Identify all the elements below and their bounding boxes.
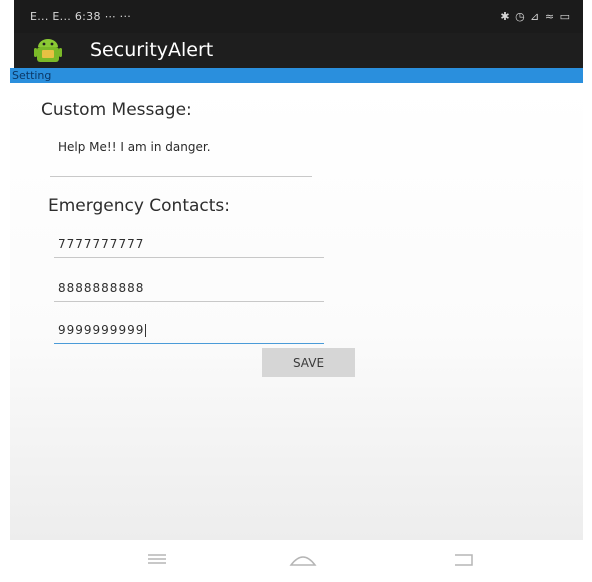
android-icon	[34, 39, 62, 62]
navigation-bar	[0, 540, 592, 582]
contact-value-2: 8888888888	[58, 281, 145, 295]
contact-field-2[interactable]: 8888888888	[54, 277, 324, 302]
save-button[interactable]: SAVE	[262, 348, 355, 377]
menu-icon[interactable]	[146, 552, 168, 566]
custom-message-input[interactable]: Help Me!! I am in danger.	[50, 138, 312, 177]
status-left-text: E... E... 6:38 ⋯ ···	[30, 10, 132, 23]
custom-message-label: Custom Message:	[41, 100, 192, 120]
app-title: SecurityAlert	[90, 39, 214, 61]
emergency-contacts-label: Emergency Contacts:	[48, 196, 231, 216]
custom-message-value: Help Me!! I am in danger.	[58, 140, 211, 154]
section-header: Setting	[10, 68, 583, 83]
contact-field-3[interactable]: 9999999999	[54, 319, 324, 344]
contact-field-1[interactable]: 7777777777	[54, 233, 324, 258]
home-icon[interactable]	[288, 552, 318, 568]
status-bar: E... E... 6:38 ⋯ ··· ✱ ◷ ⊿ ≈ ▭	[14, 0, 583, 33]
action-bar: SecurityAlert	[14, 33, 583, 68]
text-cursor	[145, 324, 147, 337]
status-right-icons: ✱ ◷ ⊿ ≈ ▭	[500, 10, 571, 23]
contact-value-1: 7777777777	[58, 237, 145, 251]
back-icon[interactable]	[452, 552, 476, 568]
contact-value-3: 9999999999	[58, 323, 147, 337]
section-title: Setting	[12, 69, 52, 82]
contact-text-3: 9999999999	[58, 323, 145, 337]
settings-content: Custom Message: Help Me!! I am in danger…	[10, 83, 583, 540]
